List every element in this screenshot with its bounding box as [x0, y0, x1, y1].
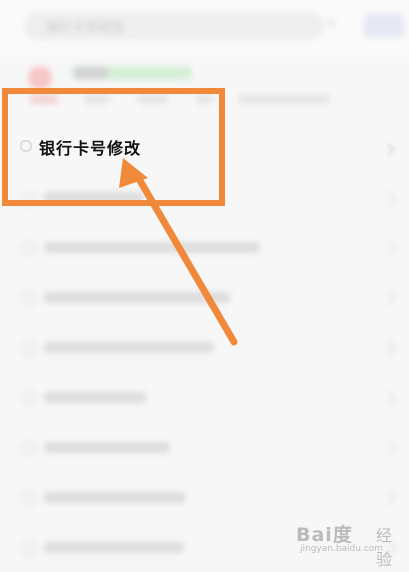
watermark-url: jingyan.baidu.com — [300, 544, 384, 554]
annotation-arrow — [119, 158, 238, 346]
watermark: Bai度 经验 jingyan.baidu.com — [296, 520, 406, 569]
arrow-shaft — [131, 168, 238, 346]
watermark-brand: Bai度 — [296, 524, 353, 546]
